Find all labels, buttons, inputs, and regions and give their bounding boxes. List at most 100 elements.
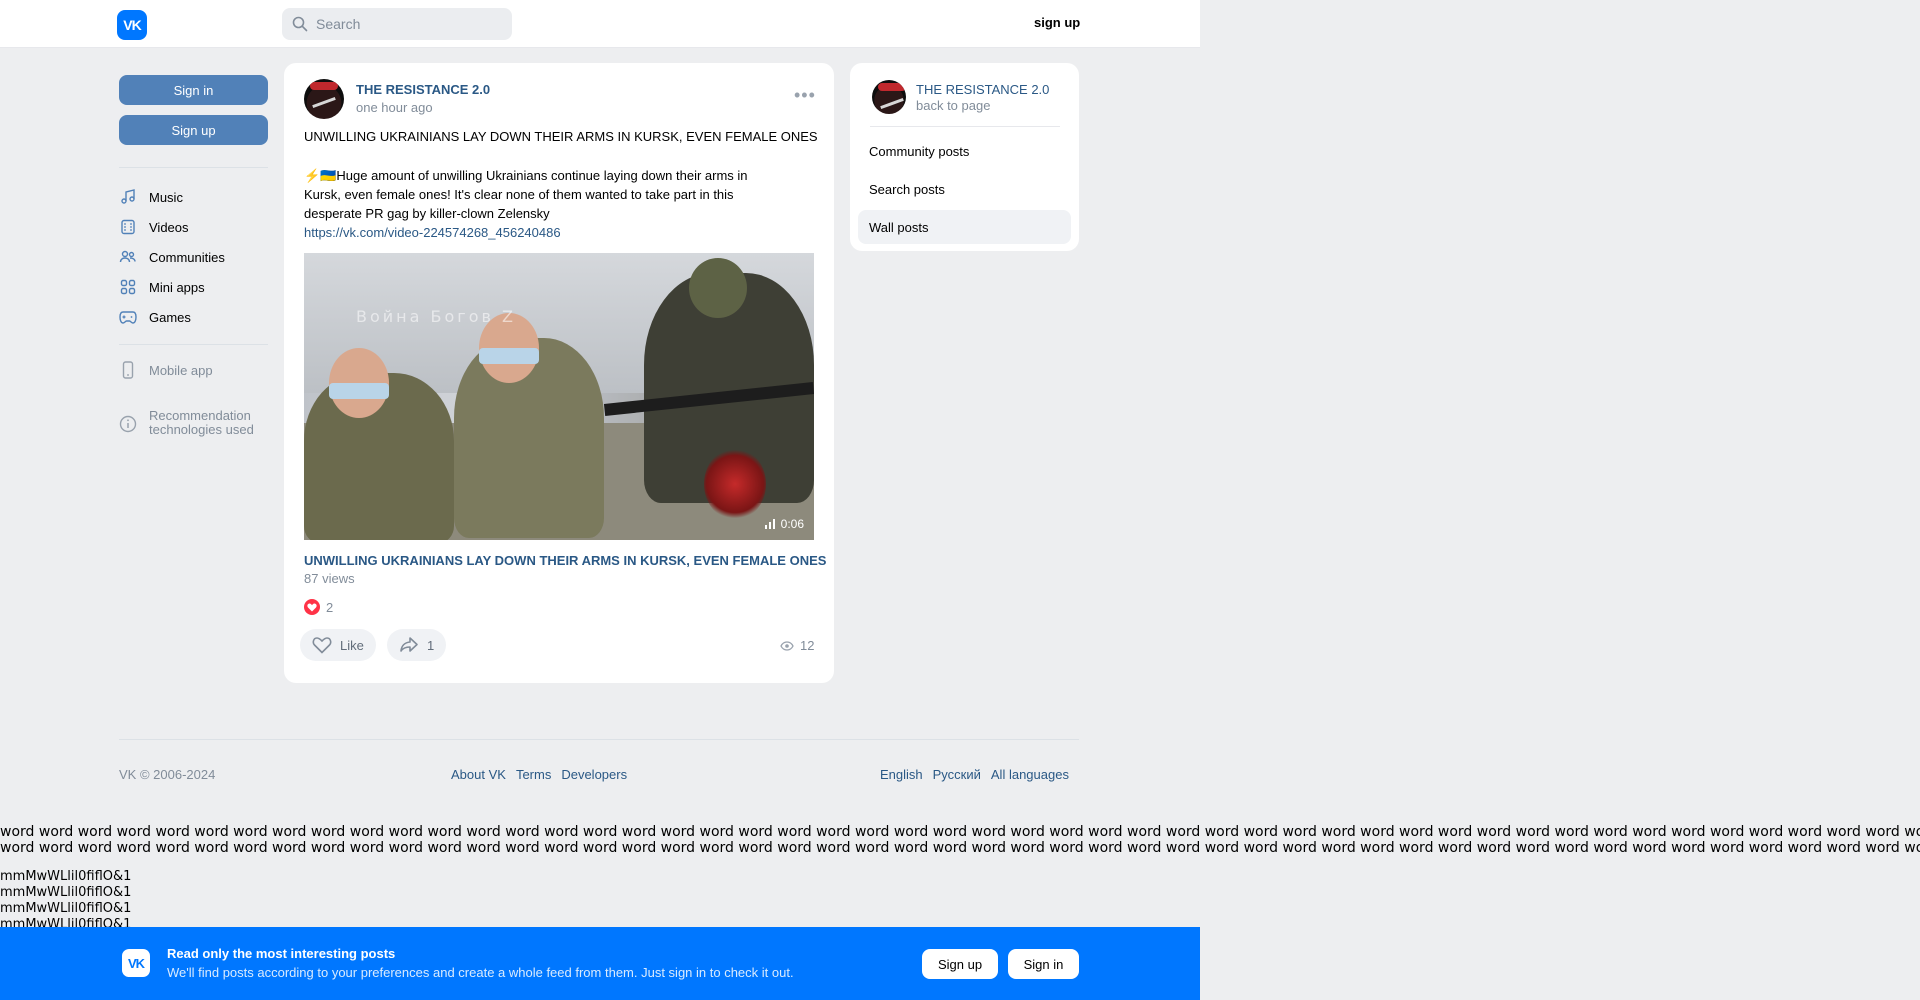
signup-banner: VK Read only the most interesting posts … xyxy=(0,927,1200,1000)
like-label: Like xyxy=(340,637,364,653)
sidebar-item-label: Videos xyxy=(149,219,189,235)
video-duration: 0:06 xyxy=(764,517,804,531)
filler-line: word word word word word word word word … xyxy=(0,840,1920,856)
more-options-icon[interactable]: ••• xyxy=(794,85,816,106)
sidebar-item-label: Communities xyxy=(149,249,225,265)
banner-sign-up-button[interactable]: Sign up xyxy=(922,949,998,979)
video-watermark: Война Богов Z xyxy=(356,307,516,326)
recommendation-text: Recommendation technologies used xyxy=(149,409,254,437)
vk-logo: VK xyxy=(122,949,150,977)
footer-link-developers[interactable]: Developers xyxy=(561,767,627,782)
emoji: ⚡🇺🇦 xyxy=(304,168,337,183)
video-scene xyxy=(329,383,389,399)
signal-icon xyxy=(764,519,775,529)
sidebar-item-label: Mobile app xyxy=(149,362,213,378)
video-thumbnail[interactable]: Война Богов Z 0:06 xyxy=(304,253,814,540)
recommendation-line: technologies used xyxy=(149,422,254,437)
duration-text: 0:06 xyxy=(780,517,804,531)
like-button[interactable]: Like xyxy=(300,629,376,661)
filler-line: word word word word word word word word … xyxy=(0,824,1920,840)
sign-in-button[interactable]: Sign in xyxy=(119,75,268,105)
views-counter: 12 xyxy=(780,638,814,653)
sidebar-item-label: Music xyxy=(149,189,183,205)
recommendation-line: Recommendation xyxy=(149,408,251,423)
wall-post: THE RESISTANCE 2.0 one hour ago ••• UNWI… xyxy=(284,63,834,683)
header-signup-link[interactable]: sign up xyxy=(1034,15,1080,30)
sidebar-item-label: Games xyxy=(149,309,191,325)
sidebar-item-games[interactable]: Games xyxy=(119,305,191,329)
post-body-line: Kursk, even female ones! It's clear none… xyxy=(304,187,734,202)
views-count: 12 xyxy=(800,638,815,653)
post-author[interactable]: THE RESISTANCE 2.0 xyxy=(356,82,490,97)
filler-words: word word word word word word word word … xyxy=(0,824,1920,856)
footer-divider xyxy=(119,739,1079,740)
banner-subtitle: We'll find posts according to your prefe… xyxy=(167,965,794,980)
sidebar-item-label: Mini apps xyxy=(149,279,205,295)
sidebar-item-videos[interactable]: Videos xyxy=(119,215,189,239)
sidebar-item-mobile-app[interactable]: Mobile app xyxy=(119,358,213,382)
post-body-line: ⚡🇺🇦Huge amount of unwilling Ukrainians c… xyxy=(304,166,804,185)
video-scene xyxy=(479,348,539,364)
language-russian[interactable]: Русский xyxy=(933,767,981,782)
games-icon xyxy=(119,308,137,326)
footer-link-terms[interactable]: Terms xyxy=(516,767,551,782)
vk-logo[interactable]: VK xyxy=(117,10,147,40)
phone-icon xyxy=(119,361,137,379)
author-avatar[interactable] xyxy=(304,79,344,119)
wall-posts-link[interactable]: Wall posts xyxy=(858,210,1071,244)
video-scene xyxy=(689,258,747,318)
search-icon xyxy=(292,16,308,32)
post-body-text: Huge amount of unwilling Ukrainians cont… xyxy=(336,168,748,183)
share-count: 1 xyxy=(427,637,435,653)
font-test-lines: mmMwWLlil0fiflO&1 mmMwWLlil0fiflO&1 mmMw… xyxy=(0,869,131,931)
video-scene xyxy=(704,448,766,520)
reactions-summary[interactable]: 2 xyxy=(304,599,333,615)
font-test-line: mmMwWLlil0fiflO&1 xyxy=(0,869,132,884)
music-icon xyxy=(119,188,137,206)
sidebar-divider xyxy=(119,167,268,168)
community-avatar[interactable] xyxy=(872,80,906,114)
videos-icon xyxy=(119,218,137,236)
search-placeholder: Search xyxy=(316,16,361,32)
banner-title: Read only the most interesting posts xyxy=(167,946,396,961)
post-title: UNWILLING UKRAINIANS LAY DOWN THEIR ARMS… xyxy=(304,129,818,144)
banner-sign-in-button[interactable]: Sign in xyxy=(1008,949,1079,979)
card-divider xyxy=(870,126,1060,127)
footer-languages: English Русский All languages xyxy=(880,767,1069,782)
sidebar-item-communities[interactable]: Communities xyxy=(119,245,225,269)
reactions-count: 2 xyxy=(326,599,334,615)
communities-icon xyxy=(119,248,137,266)
back-to-page[interactable]: back to page xyxy=(916,98,990,113)
heart-icon xyxy=(304,599,320,615)
sidebar-item-mini-apps[interactable]: Mini apps xyxy=(119,275,205,299)
post-body: ⚡🇺🇦Huge amount of unwilling Ukrainians c… xyxy=(304,166,804,242)
sidebar-item-music[interactable]: Music xyxy=(119,185,183,209)
info-icon xyxy=(119,415,137,433)
mini-apps-icon xyxy=(119,278,137,296)
community-posts-link[interactable]: Community posts xyxy=(858,134,1071,168)
top-header: VK Search sign up xyxy=(0,0,1200,48)
sign-up-button[interactable]: Sign up xyxy=(119,115,268,145)
heart-outline-icon xyxy=(312,637,332,654)
font-test-line: mmMwWLlil0fiflO&1 xyxy=(0,901,132,916)
footer-links: About VK Terms Developers xyxy=(451,767,627,782)
search-posts-link[interactable]: Search posts xyxy=(858,172,1071,206)
font-test-line: mmMwWLlil0fiflO&1 xyxy=(0,885,132,900)
community-card: THE RESISTANCE 2.0 back to page Communit… xyxy=(850,63,1079,251)
video-views: 87 views xyxy=(304,571,355,586)
language-english[interactable]: English xyxy=(880,767,923,782)
search-input[interactable]: Search xyxy=(282,8,512,40)
post-time[interactable]: one hour ago xyxy=(356,100,433,115)
share-button[interactable]: 1 xyxy=(387,629,447,661)
eye-icon xyxy=(780,640,794,651)
sidebar-divider xyxy=(119,344,268,345)
post-body-line: desperate PR gag by killer-clown Zelensk… xyxy=(304,206,550,221)
video-title[interactable]: UNWILLING UKRAINIANS LAY DOWN THEIR ARMS… xyxy=(304,553,826,568)
language-all[interactable]: All languages xyxy=(991,767,1069,782)
footer-copyright: VK © 2006-2024 xyxy=(119,767,216,782)
sidebar-item-recommendation[interactable]: Recommendation technologies used xyxy=(119,409,254,441)
share-icon xyxy=(400,637,418,652)
community-name[interactable]: THE RESISTANCE 2.0 xyxy=(916,82,1049,97)
footer-link-about[interactable]: About VK xyxy=(451,767,506,782)
post-link[interactable]: https://vk.com/video-224574268_456240486 xyxy=(304,225,561,240)
